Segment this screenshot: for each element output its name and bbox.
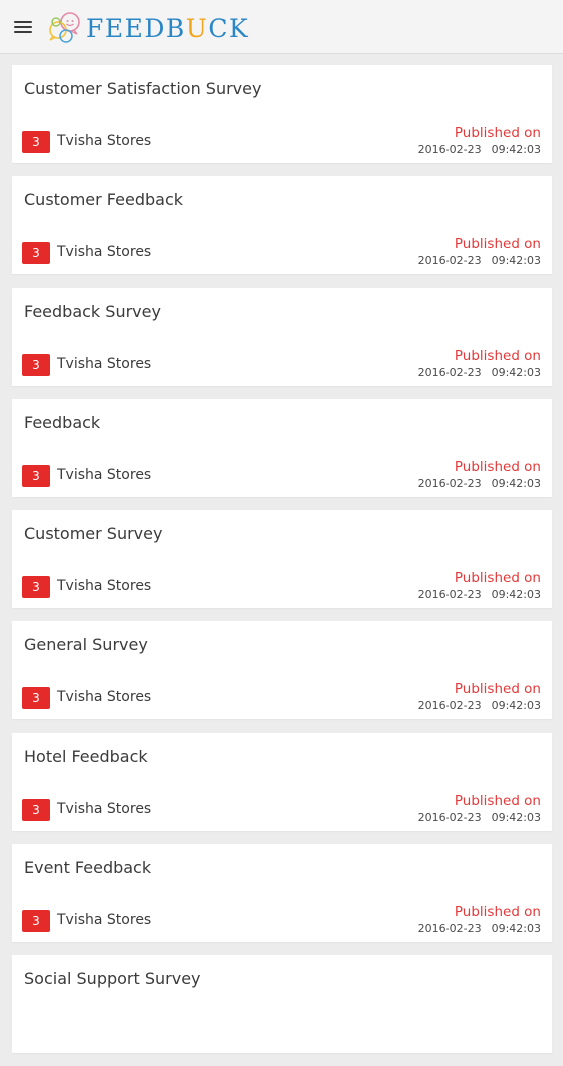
published-time: 09:42:03 [491, 254, 541, 268]
published-time: 09:42:03 [491, 921, 541, 935]
survey-card[interactable]: Event Feedback 3 Tvisha Stores Published… [12, 843, 552, 942]
question-count-badge: 3 [22, 576, 50, 598]
survey-card[interactable]: Hotel Feedback 3 Tvisha Stores Published… [12, 732, 552, 831]
published-date: 2016-02-23 [417, 365, 482, 379]
question-count-badge: 3 [22, 464, 50, 487]
store-name: Tvisha Stores [57, 133, 152, 149]
published-datetime: 2016-02-23 09:42:03 [418, 477, 541, 490]
question-count-badge: 3 [22, 687, 50, 710]
question-count-badge: 3 [22, 909, 50, 932]
survey-title: General Survey [24, 635, 148, 655]
published-time: 09:42:03 [491, 476, 541, 490]
survey-title: Event Feedback [24, 857, 152, 877]
published-date: 2016-02-23 [417, 143, 482, 156]
store-name: Tvisha Stores [57, 689, 152, 706]
survey-card[interactable]: General Survey 3 Tvisha Stores Published… [12, 621, 552, 720]
published-time: 09:42:03 [491, 365, 541, 379]
published-date: 2016-02-23 [417, 588, 482, 601]
published-label: Published on [454, 570, 541, 586]
published-label: Published on [454, 347, 541, 364]
hamburger-menu-icon[interactable] [14, 20, 34, 36]
survey-card[interactable]: Feedback Survey 3 Tvisha Stores Publishe… [12, 287, 552, 386]
survey-card[interactable]: Customer Survey 3 Tvisha Stores Publishe… [12, 510, 552, 608]
published-datetime: 2016-02-23 09:42:03 [418, 254, 541, 267]
published-date: 2016-02-23 [417, 699, 482, 713]
question-count-badge: 3 [22, 353, 50, 376]
survey-title: Feedback Survey [24, 301, 161, 321]
published-time: 09:42:03 [491, 810, 541, 824]
app-header: FEEDBUCK [0, 0, 563, 54]
store-name: Tvisha Stores [57, 466, 152, 483]
published-datetime: 2016-02-23 09:42:03 [418, 143, 541, 156]
survey-title: Customer Survey [24, 524, 163, 543]
store-name: Tvisha Stores [57, 578, 152, 594]
published-date: 2016-02-23 [417, 254, 482, 268]
published-date: 2016-02-23 [417, 810, 482, 824]
survey-card[interactable]: Customer Feedback 3 Tvisha Stores Publis… [12, 176, 552, 275]
published-label: Published on [454, 236, 541, 253]
published-time: 09:42:03 [491, 699, 541, 713]
store-name: Tvisha Stores [57, 911, 152, 928]
published-datetime: 2016-02-23 09:42:03 [418, 811, 541, 824]
question-count-badge: 3 [22, 131, 50, 153]
survey-title: Hotel Feedback [24, 746, 148, 766]
question-count-badge: 3 [22, 798, 50, 821]
published-label: Published on [454, 903, 541, 920]
published-label: Published on [454, 125, 541, 141]
published-time: 09:42:03 [491, 588, 541, 601]
published-datetime: 2016-02-23 09:42:03 [418, 699, 541, 712]
store-name: Tvisha Stores [57, 244, 152, 261]
published-label: Published on [454, 792, 541, 809]
store-name: Tvisha Stores [57, 355, 152, 372]
survey-card[interactable]: Social Support Survey [12, 955, 552, 1053]
survey-title: Social Support Survey [24, 969, 201, 988]
chat-bubbles-logo-icon [49, 12, 80, 43]
question-count-badge: 3 [22, 242, 50, 265]
survey-card[interactable]: Customer Satisfaction Survey 3 Tvisha St… [12, 65, 552, 163]
published-label: Published on [454, 681, 541, 698]
store-name: Tvisha Stores [57, 800, 152, 817]
published-datetime: 2016-02-23 09:42:03 [418, 366, 541, 379]
published-date: 2016-02-23 [417, 921, 482, 935]
survey-title: Customer Feedback [24, 190, 183, 210]
survey-title: Customer Satisfaction Survey [24, 79, 262, 98]
published-label: Published on [454, 458, 541, 475]
survey-title: Feedback [24, 412, 101, 432]
survey-card[interactable]: Feedback 3 Tvisha Stores Published on 20… [12, 398, 552, 497]
app-logo-wordmark: FEEDBUCK [86, 13, 250, 43]
survey-list: Customer Satisfaction Survey 3 Tvisha St… [12, 65, 552, 1066]
published-datetime: 2016-02-23 09:42:03 [418, 922, 541, 935]
published-time: 09:42:03 [491, 143, 541, 156]
app-logo: FEEDBUCK [48, 10, 249, 44]
published-date: 2016-02-23 [417, 476, 482, 490]
published-datetime: 2016-02-23 09:42:03 [418, 588, 541, 601]
